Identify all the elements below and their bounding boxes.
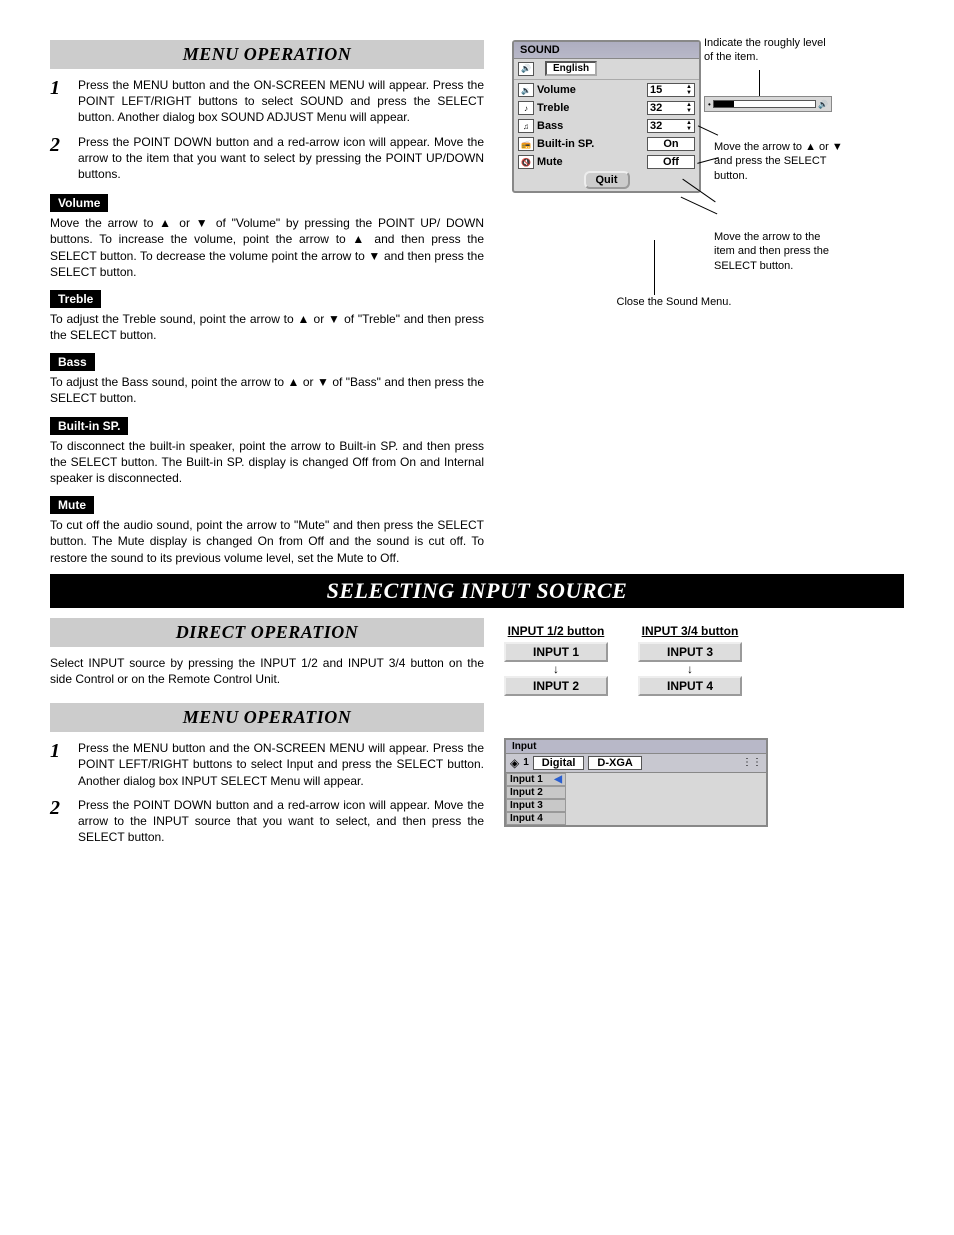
annotation-close: Close the Sound Menu.	[584, 295, 764, 309]
row-label: Mute	[537, 156, 644, 168]
treble-icon: ♪	[518, 101, 534, 115]
leader-line	[654, 240, 655, 295]
menu-grip-icon: ⋮⋮	[742, 757, 762, 768]
input-source-icon: ◈	[510, 756, 519, 770]
annotation-level: Indicate the roughly level of the item.	[704, 36, 834, 65]
input-header: INPUT 3/4 button	[638, 624, 742, 638]
language-box[interactable]: English	[545, 61, 597, 76]
speaker-icon: 📻	[518, 137, 534, 151]
row-value[interactable]: Off	[647, 155, 695, 169]
step-number: 1	[50, 77, 78, 126]
input-item-label: Input 1	[510, 774, 543, 785]
spinner-icon[interactable]: ▲▼	[686, 84, 692, 96]
step-text: Press the MENU button and the ON-SCREEN …	[78, 740, 484, 789]
row-value[interactable]: 32 ▲▼	[647, 119, 695, 133]
input-menu-title: Input	[506, 740, 766, 754]
para-treble: To adjust the Treble sound, point the ar…	[50, 311, 484, 343]
slider-track	[713, 100, 816, 108]
input-item[interactable]: Input 1 ◀	[506, 773, 566, 786]
input-item[interactable]: Input 2	[506, 786, 566, 799]
input-col-12: INPUT 1/2 button INPUT 1 ↓ INPUT 2	[504, 624, 608, 698]
row-bass[interactable]: ♫ Bass 32 ▲▼	[514, 117, 699, 135]
label-bass: Bass	[50, 353, 95, 371]
input-select-menu: Input ◈ 1 Digital D-XGA ⋮⋮ Input 1 ◀ Inpu…	[504, 738, 768, 827]
label-builtin-sp: Built-in SP.	[50, 417, 128, 435]
row-mute[interactable]: 🔇 Mute Off	[514, 153, 699, 171]
signal-box-digital[interactable]: Digital	[533, 756, 585, 770]
row-builtin-sp[interactable]: 📻 Built-in SP. On	[514, 135, 699, 153]
row-volume[interactable]: 🔉 Volume 15 ▲▼	[514, 81, 699, 99]
spinner-icon[interactable]: ▲▼	[686, 102, 692, 114]
step-text: Press the MENU button and the ON-SCREEN …	[78, 77, 484, 126]
bass-icon: ♫	[518, 119, 534, 133]
annotation-item: Move the arrow to the item and then pres…	[714, 230, 844, 273]
input2-button[interactable]: INPUT 2	[504, 676, 608, 696]
input4-button[interactable]: INPUT 4	[638, 676, 742, 696]
dialog-title: SOUND	[514, 42, 699, 59]
input-header: INPUT 1/2 button	[504, 624, 608, 638]
steps-list-2: 1Press the MENU button and the ON-SCREEN…	[50, 740, 484, 845]
sound-icon: 🔊	[518, 62, 534, 76]
slider-max-icon: 🔊	[818, 100, 828, 109]
input-list: Input 1 ◀ Input 2 Input 3 Input 4	[506, 773, 566, 825]
heading-direct-operation: DIRECT OPERATION	[50, 618, 484, 647]
down-arrow-icon: ↓	[504, 662, 608, 676]
row-treble[interactable]: ♪ Treble 32 ▲▼	[514, 99, 699, 117]
para-mute: To cut off the audio sound, point the ar…	[50, 517, 484, 566]
input3-button[interactable]: INPUT 3	[638, 642, 742, 662]
step-text: Press the POINT DOWN button and a red-ar…	[78, 134, 484, 183]
value-text: 15	[650, 84, 662, 96]
label-mute: Mute	[50, 496, 94, 514]
para-builtin-sp: To disconnect the built-in speaker, poin…	[50, 438, 484, 487]
input-item[interactable]: Input 3	[506, 799, 566, 812]
quit-button[interactable]: Quit	[584, 171, 630, 189]
sound-dialog-panel: Indicate the roughly level of the item. …	[504, 40, 904, 320]
mute-icon: 🔇	[518, 155, 534, 169]
heading-selecting-input: SELECTING INPUT SOURCE	[50, 574, 904, 608]
annotation-arrow-updown: Move the arrow to ▲ or ▼ and press the S…	[714, 140, 844, 183]
spinner-icon[interactable]: ▲▼	[686, 120, 692, 132]
row-value[interactable]: 32 ▲▼	[647, 101, 695, 115]
para-bass: To adjust the Bass sound, point the arro…	[50, 374, 484, 406]
steps-list-1: 1Press the MENU button and the ON-SCREEN…	[50, 77, 484, 182]
para-volume: Move the arrow to ▲ or ▼ of "Volume" by …	[50, 215, 484, 280]
volume-icon: 🔉	[518, 83, 534, 97]
input-num: 1	[523, 757, 529, 768]
label-treble: Treble	[50, 290, 101, 308]
row-value[interactable]: 15 ▲▼	[647, 83, 695, 97]
step-number: 2	[50, 797, 78, 846]
row-label: Treble	[537, 102, 644, 114]
level-slider: • 🔊	[704, 96, 832, 112]
row-label: Bass	[537, 120, 644, 132]
step-text: Press the POINT DOWN button and a red-ar…	[78, 797, 484, 846]
row-label: Volume	[537, 84, 644, 96]
slider-dot-icon: •	[708, 100, 711, 109]
step-number: 2	[50, 134, 78, 183]
pointer-icon: ◀	[554, 774, 562, 785]
slider-fill	[714, 101, 734, 107]
sound-dialog: SOUND 🔊 English 🔉 Volume 15 ▲▼ ♪ Treble 3…	[512, 40, 701, 193]
row-label: Built-in SP.	[537, 138, 644, 150]
step-number: 1	[50, 740, 78, 789]
label-volume: Volume	[50, 194, 108, 212]
para-direct: Select INPUT source by pressing the INPU…	[50, 655, 484, 687]
down-arrow-icon: ↓	[638, 662, 742, 676]
value-text: 32	[650, 102, 662, 114]
signal-box-dxga[interactable]: D-XGA	[588, 756, 641, 770]
input-col-34: INPUT 3/4 button INPUT 3 ↓ INPUT 4	[638, 624, 742, 698]
heading-menu-operation: MENU OPERATION	[50, 40, 484, 69]
leader-line	[759, 70, 760, 96]
value-text: 32	[650, 120, 662, 132]
row-value[interactable]: On	[647, 137, 695, 151]
heading-menu-operation-2: MENU OPERATION	[50, 703, 484, 732]
input-item[interactable]: Input 4	[506, 812, 566, 825]
input1-button[interactable]: INPUT 1	[504, 642, 608, 662]
